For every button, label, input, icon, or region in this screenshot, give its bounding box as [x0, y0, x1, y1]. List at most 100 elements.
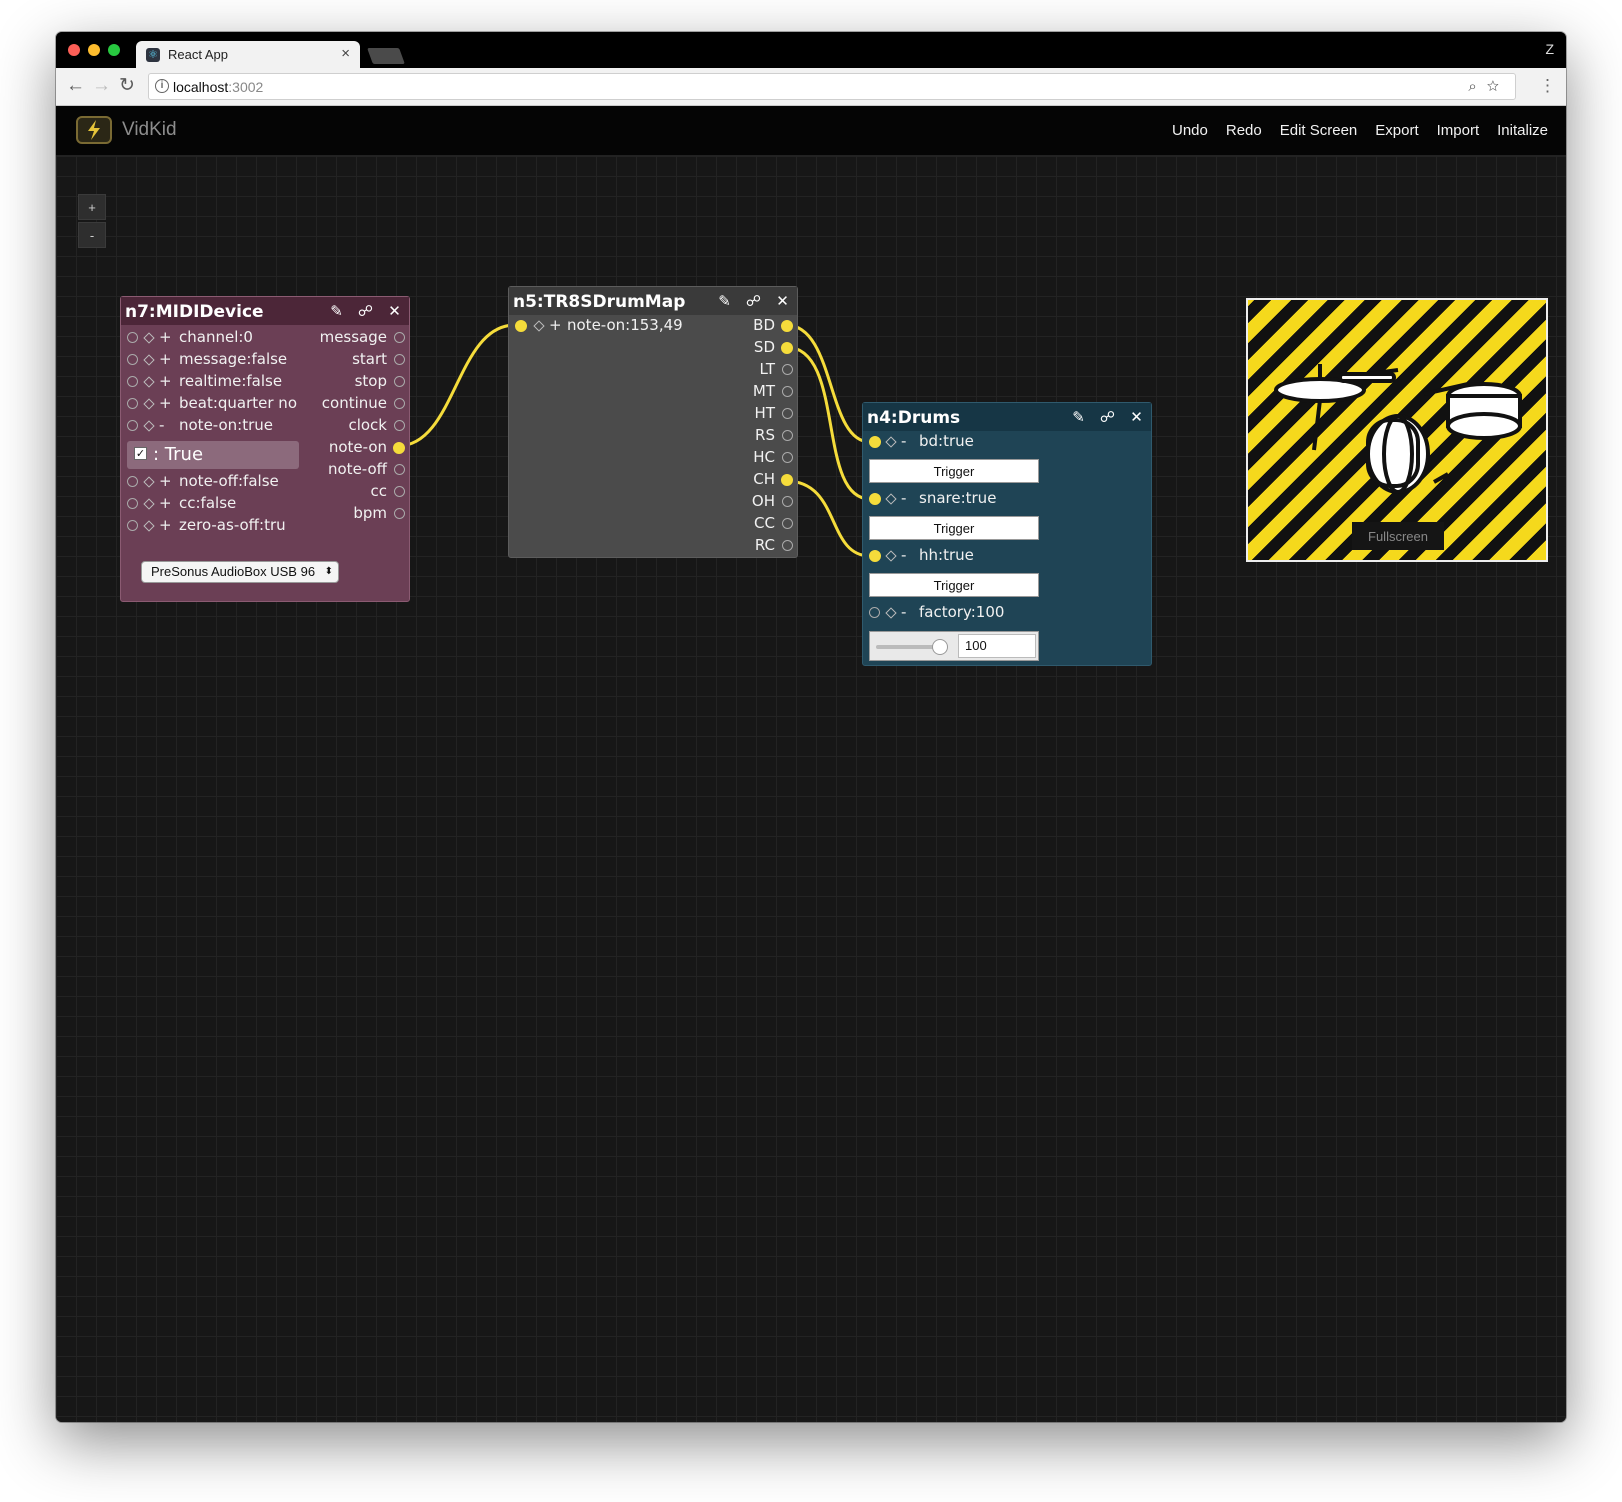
- zoom-star-icons[interactable]: ⌕☆: [1468, 78, 1509, 95]
- browser-tab[interactable]: ⚛ React App ×: [136, 41, 360, 68]
- output-port[interactable]: [394, 508, 405, 519]
- toggle-sign[interactable]: +: [159, 394, 172, 412]
- diamond-icon[interactable]: [143, 420, 155, 432]
- output-port[interactable]: [782, 364, 793, 375]
- drum-map-node[interactable]: n5:TR8SDrumMap ✎ ☍ ✕ + note-on:153,49 BD…: [508, 286, 798, 558]
- trigger-button[interactable]: Trigger: [869, 516, 1039, 540]
- output-port[interactable]: [781, 342, 793, 354]
- output-port[interactable]: [781, 474, 793, 486]
- browser-menu-icon[interactable]: ⋮: [1539, 76, 1556, 96]
- redo-button[interactable]: Redo: [1226, 122, 1262, 139]
- diamond-icon[interactable]: [885, 607, 897, 619]
- drums-node-header[interactable]: n4:Drums ✎ ☍ ✕: [863, 403, 1151, 431]
- link-nodes-icon[interactable]: ☍: [739, 287, 768, 315]
- close-node-icon[interactable]: ✕: [380, 297, 409, 325]
- toggle-sign[interactable]: +: [159, 494, 172, 512]
- input-port[interactable]: [869, 550, 881, 562]
- toggle-sign[interactable]: +: [159, 372, 172, 390]
- tab-close-icon[interactable]: ×: [341, 45, 350, 62]
- factory-number-input[interactable]: 100: [958, 634, 1036, 658]
- toggle-sign[interactable]: -: [901, 546, 906, 564]
- input-port[interactable]: [127, 354, 138, 365]
- diamond-icon[interactable]: [885, 436, 897, 448]
- drums-node[interactable]: n4:Drums ✎ ☍ ✕ - bd:true Trigger - snare:tru…: [862, 402, 1152, 666]
- info-icon[interactable]: i: [155, 79, 169, 93]
- toggle-sign[interactable]: -: [901, 603, 906, 621]
- input-port[interactable]: [127, 420, 138, 431]
- toggle-sign[interactable]: +: [159, 350, 172, 368]
- slider-thumb[interactable]: [932, 639, 948, 655]
- output-port[interactable]: [394, 420, 405, 431]
- output-port[interactable]: [782, 408, 793, 419]
- input-port[interactable]: [127, 332, 138, 343]
- diamond-icon[interactable]: [885, 493, 897, 505]
- toggle-sign[interactable]: +: [549, 316, 562, 334]
- input-port[interactable]: [127, 376, 138, 387]
- diamond-icon[interactable]: [143, 476, 155, 488]
- input-port[interactable]: [869, 607, 880, 618]
- output-port[interactable]: [394, 398, 405, 409]
- edit-screen-button[interactable]: Edit Screen: [1280, 122, 1358, 139]
- output-port[interactable]: [782, 430, 793, 441]
- output-port[interactable]: [394, 376, 405, 387]
- input-port[interactable]: [127, 498, 138, 509]
- output-port[interactable]: [782, 540, 793, 551]
- diamond-icon[interactable]: [143, 398, 155, 410]
- edit-pencil-icon[interactable]: ✎: [1064, 403, 1093, 431]
- forward-icon[interactable]: →: [92, 76, 111, 96]
- trigger-button[interactable]: Trigger: [869, 459, 1039, 483]
- initialize-button[interactable]: Initalize: [1497, 122, 1548, 139]
- output-port[interactable]: [394, 464, 405, 475]
- maximize-window-button[interactable]: [108, 44, 120, 56]
- undo-button[interactable]: Undo: [1172, 122, 1208, 139]
- reload-icon[interactable]: ↻: [119, 76, 135, 96]
- midi-device-node[interactable]: n7:MIDIDevice ✎ ☍ ✕ + channel:0 + message:f…: [120, 296, 410, 602]
- diamond-icon[interactable]: [533, 320, 545, 332]
- close-node-icon[interactable]: ✕: [768, 287, 797, 315]
- output-port[interactable]: [782, 496, 793, 507]
- edit-pencil-icon[interactable]: ✎: [710, 287, 739, 315]
- drummap-node-header[interactable]: n5:TR8SDrumMap ✎ ☍ ✕: [509, 287, 797, 315]
- diamond-icon[interactable]: [885, 550, 897, 562]
- trigger-button[interactable]: Trigger: [869, 573, 1039, 597]
- toggle-sign[interactable]: -: [159, 416, 164, 434]
- diamond-icon[interactable]: [143, 354, 155, 366]
- input-port[interactable]: [127, 520, 138, 531]
- factory-slider-control[interactable]: 100: [869, 631, 1039, 661]
- output-port[interactable]: [394, 486, 405, 497]
- screen-preview[interactable]: Fullscreen: [1246, 298, 1548, 562]
- fullscreen-button[interactable]: Fullscreen: [1352, 522, 1444, 550]
- toggle-sign[interactable]: +: [159, 516, 172, 534]
- new-tab-button[interactable]: [367, 48, 405, 64]
- input-port[interactable]: [869, 493, 881, 505]
- diamond-icon[interactable]: [143, 332, 155, 344]
- midi-node-header[interactable]: n7:MIDIDevice ✎ ☍ ✕: [121, 297, 409, 325]
- midi-device-select[interactable]: PreSonus AudioBox USB 96 ⬍: [141, 561, 339, 583]
- toggle-sign[interactable]: +: [159, 472, 172, 490]
- input-port[interactable]: [127, 398, 138, 409]
- diamond-icon[interactable]: [143, 376, 155, 388]
- output-port[interactable]: [782, 386, 793, 397]
- output-port[interactable]: [782, 452, 793, 463]
- close-window-button[interactable]: [68, 44, 80, 56]
- address-bar[interactable]: i localhost:3002 ⌕☆: [148, 73, 1516, 100]
- input-port[interactable]: [869, 436, 881, 448]
- edit-pencil-icon[interactable]: ✎: [322, 297, 351, 325]
- diamond-icon[interactable]: [143, 520, 155, 532]
- output-port[interactable]: [394, 332, 405, 343]
- export-button[interactable]: Export: [1375, 122, 1418, 139]
- output-port[interactable]: [782, 518, 793, 529]
- import-button[interactable]: Import: [1437, 122, 1480, 139]
- minimize-window-button[interactable]: [88, 44, 100, 56]
- output-port[interactable]: [394, 354, 405, 365]
- output-port[interactable]: [781, 320, 793, 332]
- output-port[interactable]: [393, 442, 405, 454]
- diamond-icon[interactable]: [143, 498, 155, 510]
- note-on-checkbox-control[interactable]: ✓ : True: [127, 441, 299, 469]
- close-node-icon[interactable]: ✕: [1122, 403, 1151, 431]
- node-canvas[interactable]: + - n7:MIDIDevice ✎ ☍ ✕ + channel:0 + messa…: [56, 156, 1566, 1422]
- link-nodes-icon[interactable]: ☍: [1093, 403, 1122, 431]
- toggle-sign[interactable]: +: [159, 328, 172, 346]
- back-icon[interactable]: ←: [66, 76, 85, 96]
- checkbox[interactable]: ✓: [134, 447, 147, 460]
